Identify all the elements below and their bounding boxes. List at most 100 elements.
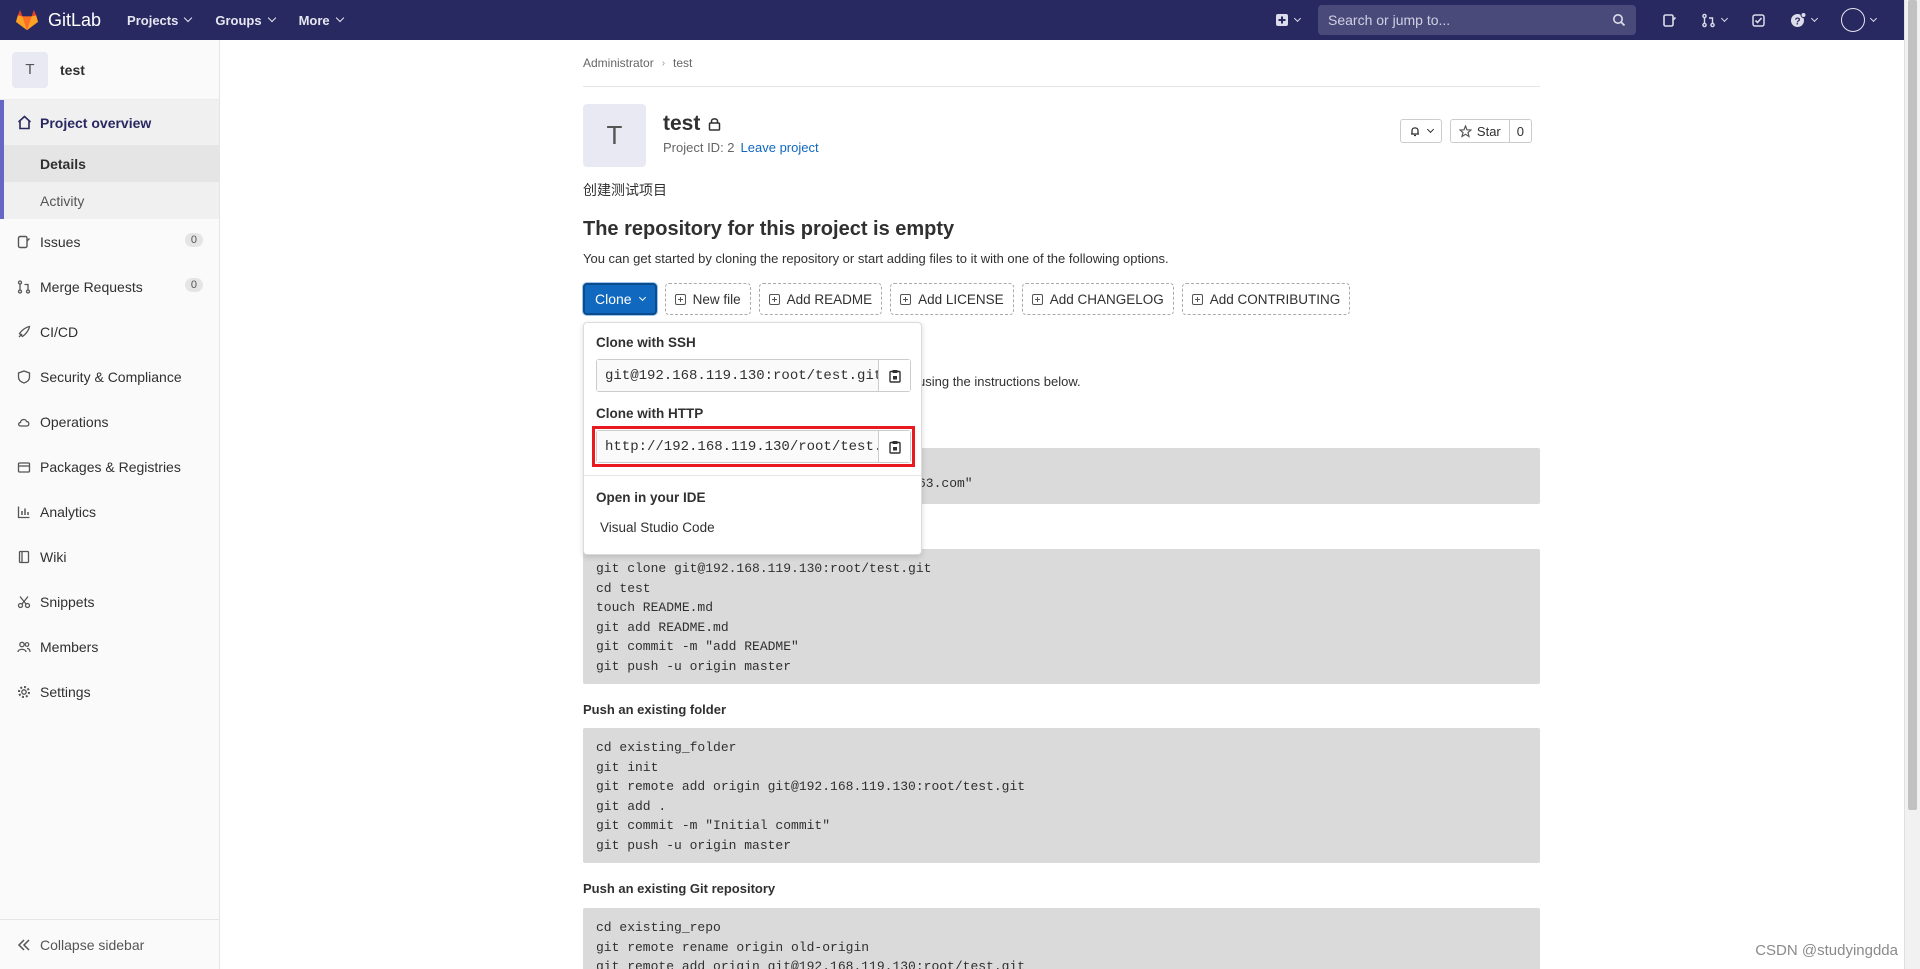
plus-square-icon	[674, 293, 686, 305]
copy-http-button[interactable]	[878, 431, 910, 462]
chevron-down-icon	[267, 13, 276, 23]
project-title-block: test Project ID: 2 Leave project	[663, 104, 819, 167]
empty-repo-title: The repository for this project is empty	[583, 218, 955, 240]
project-sidebar: T test Project overview Details Activity…	[0, 40, 220, 969]
add-contributing-button[interactable]: Add CONTRIBUTING	[1181, 283, 1351, 315]
star-count[interactable]: 0	[1509, 119, 1532, 143]
gear-icon	[16, 684, 32, 700]
sidebar-overview-group: Project overview Details Activity	[0, 100, 219, 219]
sidebar-item-ci-cd[interactable]: CI/CD	[0, 309, 219, 354]
sidebar-item-security[interactable]: Security & Compliance	[0, 354, 219, 399]
sidebar-item-issues[interactable]: Issues 0	[0, 219, 219, 264]
chevron-right-icon: ›	[661, 57, 666, 69]
sidebar-subitem-activity[interactable]: Activity	[4, 182, 219, 219]
add-license-label: Add LICENSE	[918, 291, 1004, 307]
add-license-button[interactable]: Add LICENSE	[890, 283, 1014, 315]
clone-label: Clone	[595, 291, 632, 307]
open-in-vscode-option[interactable]: Visual Studio Code	[600, 520, 921, 535]
sidebar-item-label: Merge Requests	[40, 278, 143, 295]
star-button[interactable]: Star	[1449, 119, 1510, 143]
sidebar-item-label: Operations	[40, 413, 109, 430]
clipboard-icon	[888, 440, 901, 454]
merge-requests-nav-button[interactable]	[1701, 13, 1729, 28]
sidebar-project-header[interactable]: T test	[0, 40, 219, 100]
sidebar-item-wiki[interactable]: Wiki	[0, 534, 219, 579]
sidebar-item-label: Settings	[40, 683, 91, 700]
project-meta: Project ID: 2 Leave project	[663, 140, 819, 155]
search-box[interactable]	[1318, 5, 1636, 35]
sidebar-item-analytics[interactable]: Analytics	[0, 489, 219, 534]
chart-icon	[16, 504, 32, 520]
nav-groups-menu[interactable]: Groups	[215, 12, 276, 28]
sidebar-item-snippets[interactable]: Snippets	[0, 579, 219, 624]
todo-check-icon	[1752, 13, 1765, 27]
add-changelog-button[interactable]: Add CHANGELOG	[1021, 283, 1174, 315]
sidebar-item-members[interactable]: Members	[0, 624, 219, 669]
breadcrumb: Administrator › test	[583, 40, 1540, 87]
empty-repo-text: You can get started by cloning the repos…	[583, 251, 1169, 266]
gitlab-home-link[interactable]: GitLab	[14, 9, 101, 31]
help-nav-button[interactable]: ?	[1790, 12, 1819, 28]
sidebar-item-project-overview[interactable]: Project overview	[4, 100, 219, 145]
help-icon: ?	[1791, 12, 1806, 28]
chevron-down-icon	[1810, 14, 1819, 22]
star-label: Star	[1476, 123, 1501, 139]
project-avatar: T	[12, 51, 48, 88]
project-avatar: T	[583, 104, 646, 167]
plus-square-icon	[768, 293, 780, 305]
project-id: Project ID: 2	[663, 140, 735, 155]
add-readme-button[interactable]: Add README	[758, 283, 883, 315]
user-menu[interactable]	[1841, 8, 1878, 32]
todos-nav-button[interactable]	[1751, 13, 1766, 28]
clone-http-input[interactable]	[597, 431, 878, 462]
nav-projects-menu[interactable]: Projects	[127, 13, 193, 28]
project-description: 创建测试项目	[583, 182, 667, 198]
plus-square-icon	[1191, 293, 1203, 305]
issues-nav-button[interactable]	[1662, 13, 1677, 28]
add-readme-label: Add README	[786, 291, 873, 307]
copy-ssh-button[interactable]	[878, 360, 910, 391]
add-changelog-label: Add CHANGELOG	[1049, 291, 1164, 307]
chevron-down-icon	[1869, 14, 1878, 22]
nav-more-menu[interactable]: More	[299, 13, 344, 28]
breadcrumb-test[interactable]: test	[673, 56, 692, 70]
nav-groups-label: Groups	[215, 12, 262, 28]
page-scrollbar[interactable]	[1904, 0, 1920, 969]
plus-square-icon	[1031, 293, 1043, 305]
sidebar-item-settings[interactable]: Settings	[0, 669, 219, 714]
rocket-icon	[16, 324, 32, 340]
clone-button[interactable]: Clone	[583, 283, 657, 315]
merge-request-icon	[16, 279, 32, 295]
collapse-sidebar-label: Collapse sidebar	[40, 936, 145, 953]
notification-dropdown[interactable]	[1399, 119, 1442, 143]
search-input[interactable]	[1328, 12, 1612, 28]
sidebar-item-packages[interactable]: Packages & Registries	[0, 444, 219, 489]
nav-menu: Projects Groups More	[127, 13, 367, 28]
clone-http-label: Clone with HTTP	[596, 406, 704, 421]
chevron-down-icon	[184, 13, 193, 23]
clone-dropdown: Clone with SSH Clone with HTTP Open in y…	[583, 322, 922, 555]
sidebar-item-label: Issues	[40, 233, 81, 250]
new-item-dropdown[interactable]	[1275, 13, 1302, 27]
project-header: T test Project ID: 2 Leave project Star 0	[583, 104, 1540, 167]
scrollbar-thumb[interactable]	[1908, 0, 1917, 810]
sidebar-item-label: Members	[40, 638, 99, 655]
collapse-sidebar-button[interactable]: Collapse sidebar	[0, 919, 219, 969]
new-file-button[interactable]: New file	[664, 283, 751, 315]
csdn-watermark: CSDN @studyingdda	[1755, 942, 1898, 959]
project-name: test	[663, 112, 701, 135]
sidebar-item-label: Analytics	[40, 503, 97, 520]
clone-ssh-input[interactable]	[597, 360, 878, 391]
package-icon	[16, 459, 32, 475]
brand-name: GitLab	[48, 9, 102, 30]
leave-project-link[interactable]: Leave project	[741, 140, 819, 155]
breadcrumb-administrator[interactable]: Administrator	[583, 56, 654, 70]
sidebar-item-operations[interactable]: Operations	[0, 399, 219, 444]
sidebar-subitem-details[interactable]: Details	[4, 145, 219, 182]
issues-icon	[1663, 13, 1677, 27]
home-icon	[16, 115, 32, 131]
sidebar-item-merge-requests[interactable]: Merge Requests 0	[0, 264, 219, 309]
main-content: Administrator › test T test Project ID: …	[583, 40, 1540, 969]
chevron-down-icon	[638, 293, 646, 301]
project-title: test	[663, 112, 819, 136]
